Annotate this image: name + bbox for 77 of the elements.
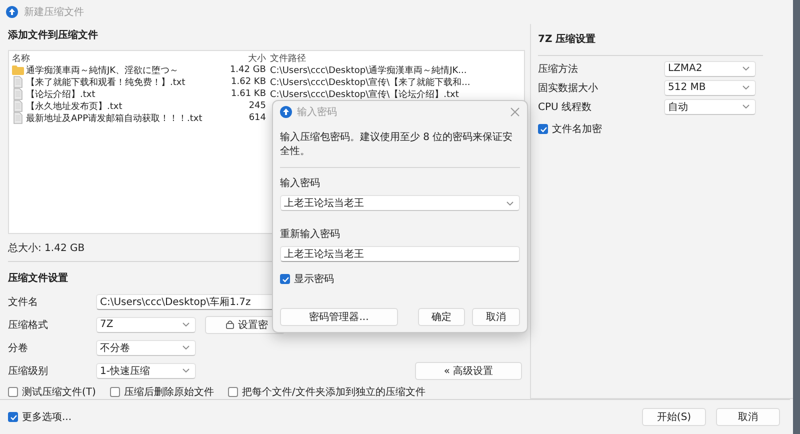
chevron-down-icon	[742, 104, 750, 109]
check-icon	[280, 274, 290, 284]
checkbox[interactable]	[228, 387, 238, 397]
total-size: 总大小: 1.42 GB	[8, 242, 85, 255]
chevron-down-icon	[182, 322, 190, 327]
dialog-message: 输入压缩包密码。建议使用至少 8 位的密码来保证安全性。	[279, 130, 514, 159]
checkbox-label: 压缩后删除原始文件	[124, 386, 214, 399]
column-header[interactable]: 文件路径	[266, 52, 306, 64]
field-label: 固实数据大小	[538, 82, 599, 94]
folder-icon	[12, 65, 24, 75]
checkbox[interactable]	[110, 387, 120, 397]
checkbox-label: 更多选项...	[22, 410, 72, 424]
window-title: 新建压缩文件	[24, 6, 84, 19]
file-icon	[12, 112, 24, 124]
dropdown[interactable]: 不分卷	[96, 340, 196, 356]
dropdown[interactable]: 512 MB	[664, 80, 756, 96]
checkbox[interactable]	[280, 274, 290, 284]
field-label: CPU 线程数	[538, 100, 593, 114]
checkbox[interactable]	[8, 412, 18, 422]
arrow-circle-icon	[280, 106, 292, 118]
dropdown[interactable]: LZMA2	[664, 60, 756, 76]
dropdown[interactable]: 7Z	[96, 316, 196, 332]
file-size: 245	[248, 101, 266, 111]
advanced-settings-button[interactable]: « 高级设置	[415, 362, 522, 380]
checkbox-label: 文件名加密	[552, 122, 602, 136]
field-label: 压缩级别	[8, 364, 49, 378]
file-size: 1.42 GB	[228, 65, 266, 75]
checkbox[interactable]	[8, 387, 18, 397]
chevron-down-icon	[506, 200, 514, 206]
footer-button[interactable]: 取消	[716, 408, 780, 426]
file-path: C:\Users\ccc\Desktop\宣传\【论坛介绍】.txt	[269, 88, 459, 100]
file-icon	[12, 88, 24, 100]
file-name: 通学痴漢車両～純情JK、淫欲に堕つ～	[26, 64, 179, 76]
field-label: 重新输入密码	[280, 228, 341, 241]
dropdown[interactable]: 1-快速压缩	[96, 362, 196, 378]
footer-button[interactable]: 开始(S)	[642, 408, 706, 426]
dialog-button[interactable]: 确定	[418, 308, 465, 326]
section-heading: 添加文件到压缩文件	[8, 28, 98, 42]
dropdown[interactable]: 自动	[664, 98, 756, 114]
check-icon	[8, 412, 18, 422]
file-path: C:\Users\ccc\Desktop\宣传\【来了就能下载和...	[269, 76, 470, 88]
checkbox[interactable]	[538, 124, 548, 134]
file-size: 614	[248, 113, 266, 123]
field-label: 压缩方法	[538, 62, 579, 76]
chevron-down-icon	[742, 85, 750, 90]
file-size: 1.62 KB	[230, 77, 266, 87]
chevron-down-icon	[742, 66, 750, 71]
file-name: 【来了就能下载和观看！纯免费！】.txt	[26, 76, 186, 88]
dialog-title: 输入密码	[297, 106, 338, 119]
arrow-circle-icon	[6, 6, 18, 18]
file-size: 1.61 KB	[230, 89, 266, 99]
password-field[interactable]: 上老王论坛当老王	[280, 195, 520, 211]
field-label: 分卷	[8, 342, 29, 354]
chevron-down-icon	[182, 368, 190, 373]
dialog-button[interactable]: 取消	[472, 308, 520, 326]
field-label: 压缩格式	[8, 318, 49, 332]
section-heading: 7Z 压缩设置	[538, 32, 596, 46]
column-header[interactable]: 名称	[9, 52, 214, 64]
file-icon	[12, 76, 24, 88]
section-heading: 压缩文件设置	[8, 272, 68, 285]
checkbox-label: 把每个文件/文件夹添加到独立的压缩文件	[242, 386, 426, 399]
close-icon	[510, 107, 520, 117]
check-icon	[538, 124, 548, 134]
lock-icon	[226, 320, 234, 329]
checkbox-label: 测试压缩文件(T)	[22, 386, 96, 399]
file-name: 【论坛介绍】.txt	[26, 88, 96, 100]
file-icon	[12, 100, 24, 112]
password-field[interactable]: 上老王论坛当老王	[280, 246, 520, 262]
file-name: 【永久地址发布页】.txt	[26, 100, 122, 112]
file-path: C:\Users\ccc\Desktop\通学痴漢車両～純情JK...	[269, 64, 467, 76]
dialog-button[interactable]: 密码管理器...	[280, 308, 398, 326]
column-header[interactable]: 大小	[214, 52, 266, 64]
chevron-down-icon	[182, 345, 190, 350]
file-name: 最新地址及APP请发邮箱自动获取！！！.txt	[26, 112, 202, 124]
checkbox-label: 显示密码	[294, 272, 334, 286]
field-label: 输入密码	[280, 176, 321, 190]
field-label: 文件名	[8, 296, 39, 308]
